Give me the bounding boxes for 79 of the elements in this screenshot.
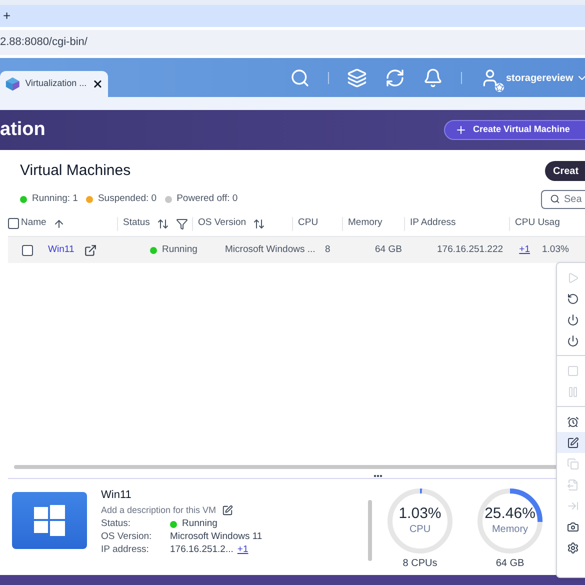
- section-title: Virtual Machines: [20, 160, 131, 181]
- new-tab-button[interactable]: +: [3, 6, 11, 26]
- copy-icon: [567, 458, 579, 470]
- alarm-clock-icon: [567, 416, 579, 428]
- field-value: Microsoft Windows 11: [170, 530, 262, 544]
- gauge-label: CPU: [409, 524, 431, 537]
- power-icon: [567, 314, 579, 326]
- more-ip-link[interactable]: +1: [519, 242, 530, 258]
- power-icon: [567, 334, 579, 346]
- vm-name-link[interactable]: Win11: [48, 242, 74, 258]
- search-icon[interactable]: [290, 68, 310, 88]
- legend-label: Suspended: 0: [98, 192, 157, 206]
- square-icon: [567, 364, 579, 376]
- column-header[interactable]: CPU: [298, 216, 318, 231]
- sort-arrow-icon[interactable]: [53, 218, 66, 230]
- stack-icon[interactable]: [347, 68, 367, 88]
- header-checkbox[interactable]: [8, 218, 19, 229]
- gauge-caption: 8 CPUs: [402, 557, 438, 571]
- filter-icon[interactable]: [176, 218, 188, 230]
- column-header[interactable]: Status: [123, 216, 150, 231]
- windows-logo-icon: [34, 505, 65, 536]
- column-header[interactable]: IP Address: [410, 216, 456, 231]
- address-bar[interactable]: 2.88:8080/cgi-bin/: [0, 34, 88, 51]
- resize-handle-icon[interactable]: [374, 475, 382, 477]
- field-value: 176.16.251.2...: [170, 543, 234, 558]
- arrow-right-icon: [567, 500, 579, 512]
- gauge-caption: 64 GB: [496, 557, 524, 571]
- gauge-ring: [476, 487, 544, 555]
- table-row[interactable]: Win11 Running Microsoft Windows ... 8 64 GB 176.16.251.222 +1 1.03%: [8, 237, 585, 263]
- table-cell-text: Microsoft Windows ...: [224, 242, 316, 257]
- close-icon[interactable]: [92, 78, 103, 90]
- search-field[interactable]: Sea: [541, 190, 585, 208]
- search-icon: [550, 194, 560, 204]
- app-tab-title: Virtualization ...: [25, 77, 87, 90]
- legend-label: Running: 1: [32, 192, 78, 206]
- bell-icon[interactable]: [423, 68, 443, 88]
- column-header[interactable]: Name: [21, 216, 46, 231]
- row-checkbox[interactable]: [22, 244, 32, 256]
- column-header[interactable]: OS Version: [198, 216, 246, 231]
- table-cell-text: Running: [162, 242, 198, 257]
- create-vm-button[interactable]: Create Virtual Machine: [444, 120, 585, 140]
- gauge-ring: [386, 487, 454, 555]
- field-value: Running: [182, 517, 218, 532]
- gauge-value: 1.03%: [398, 505, 442, 524]
- vm-name: Win11: [101, 488, 132, 503]
- table-cell-text: 64 GB: [374, 242, 403, 257]
- legend-label: Powered off: 0: [176, 192, 238, 206]
- sort-icon[interactable]: [156, 218, 169, 230]
- column-header[interactable]: Memory: [348, 216, 382, 231]
- sync-icon[interactable]: [385, 68, 405, 88]
- gauge-value: 25.46%: [484, 505, 536, 524]
- restart-icon: [567, 292, 579, 304]
- table-cell-text: 176.16.251.222: [437, 242, 504, 257]
- gear-icon: [567, 542, 579, 554]
- edit-icon[interactable]: [222, 505, 234, 516]
- app-tab[interactable]: Virtualization ...: [0, 71, 108, 97]
- cube-icon: [5, 76, 20, 92]
- plus-icon: [455, 124, 467, 136]
- field-label: IP address:: [101, 543, 150, 558]
- description-field[interactable]: Add a description for this VM: [101, 504, 216, 518]
- search-placeholder: Sea: [564, 192, 582, 206]
- field-label: OS Version:: [101, 530, 153, 544]
- column-header[interactable]: CPU Usag: [515, 216, 560, 231]
- play-icon: [567, 272, 579, 284]
- app-title: ation: [0, 118, 46, 142]
- create-button[interactable]: Creat: [545, 161, 585, 181]
- table-cell-text: 8: [324, 242, 332, 257]
- field-label: Status:: [101, 517, 132, 532]
- table-cell-text: 1.03%: [541, 242, 569, 257]
- menu-item[interactable]: [557, 432, 585, 453]
- gauge-label: Memory: [492, 524, 528, 537]
- vertical-scrollbar[interactable]: [368, 500, 372, 561]
- open-external-icon[interactable]: [84, 244, 98, 256]
- sort-icon[interactable]: [253, 218, 266, 230]
- camera-icon: [567, 520, 579, 532]
- edit-icon: [567, 436, 579, 448]
- more-ip-link[interactable]: +1: [237, 543, 248, 558]
- pause-icon: [567, 386, 579, 398]
- export-icon: [567, 478, 579, 490]
